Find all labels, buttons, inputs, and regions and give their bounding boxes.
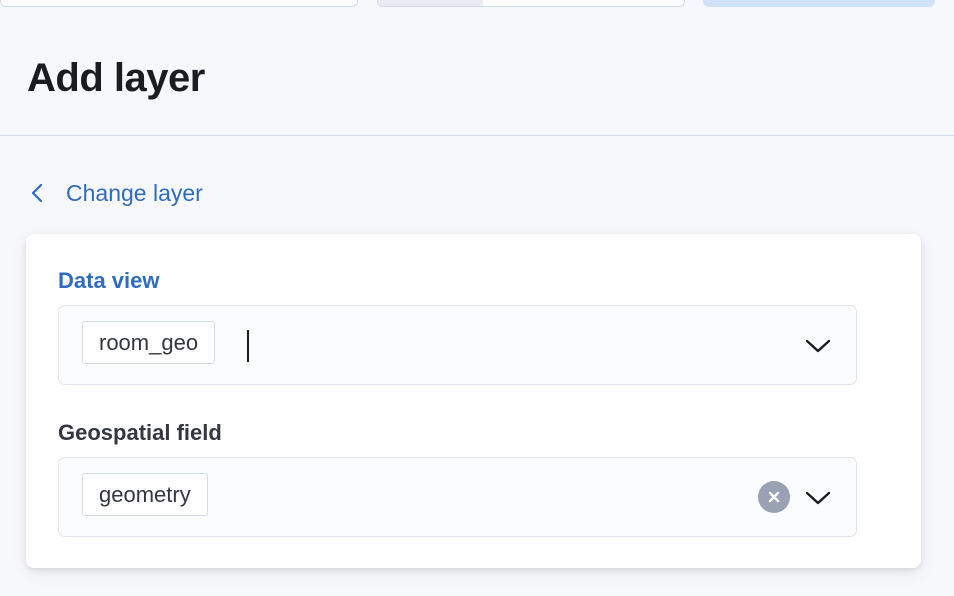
change-layer-label: Change layer — [66, 179, 203, 206]
clear-icon — [768, 491, 780, 503]
data-view-combobox[interactable]: room_geo — [58, 305, 857, 385]
chevron-left-icon — [31, 183, 43, 203]
chevron-down-icon[interactable] — [804, 484, 832, 512]
page-title: Add layer — [27, 56, 205, 100]
data-view-selected-pill[interactable]: room_geo — [82, 321, 216, 364]
layer-settings-panel: Data view room_geo Geospatial field geom… — [26, 234, 921, 568]
text-cursor — [247, 330, 249, 362]
chevron-down-icon[interactable] — [804, 332, 832, 360]
flyout-header: Add layer — [0, 0, 954, 136]
data-view-label: Data view — [58, 268, 160, 293]
change-layer-link[interactable]: Change layer — [30, 178, 203, 208]
geospatial-field-selected-pill[interactable]: geometry — [82, 473, 208, 516]
geospatial-field-combobox[interactable]: geometry — [58, 457, 857, 537]
geospatial-field-label: Geospatial field — [58, 420, 222, 445]
clear-selection-button[interactable] — [758, 481, 790, 513]
